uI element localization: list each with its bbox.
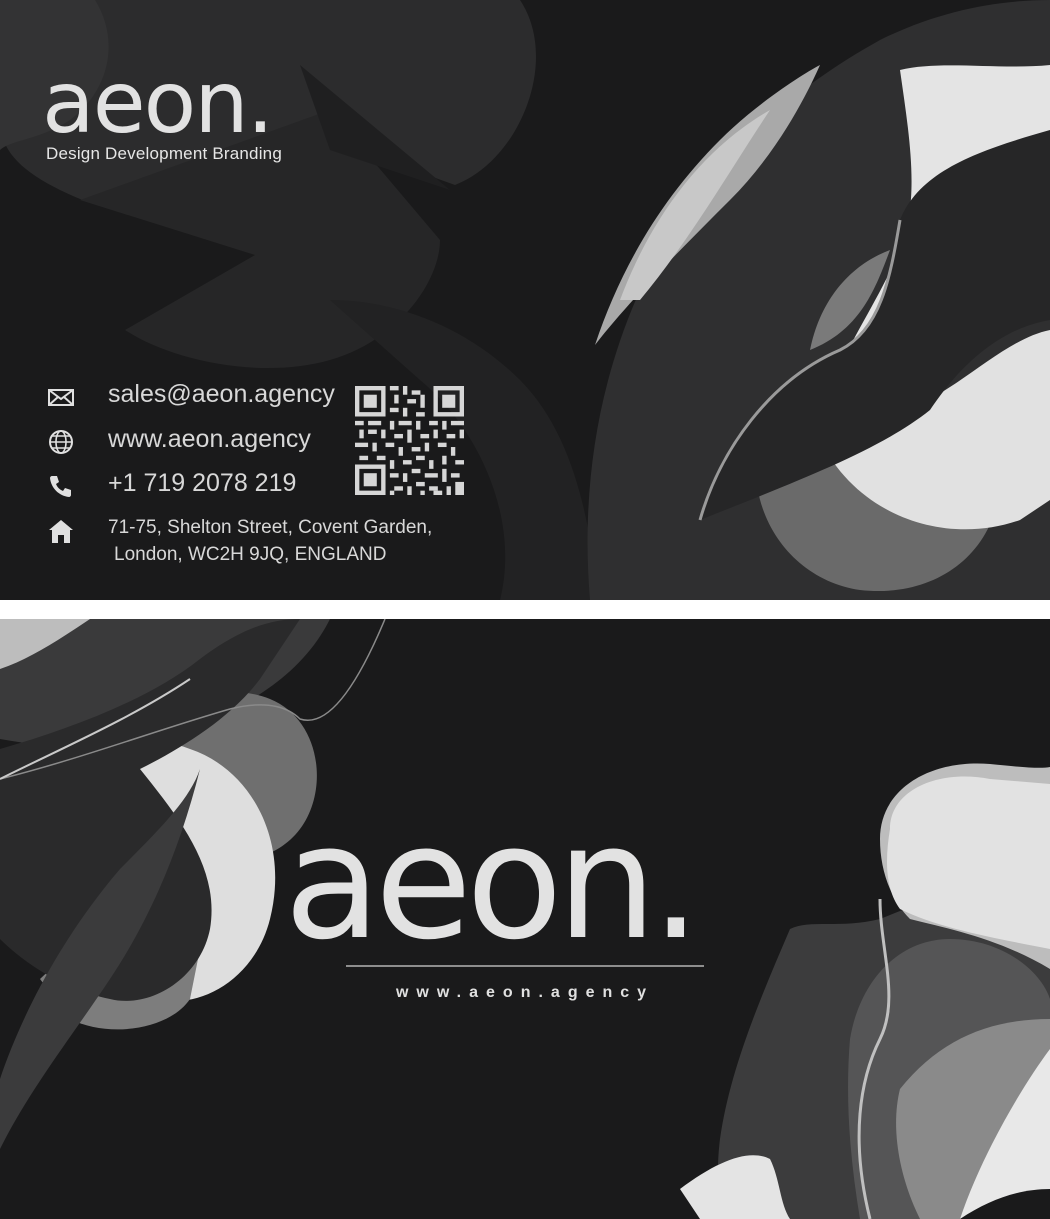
- contact-website[interactable]: www.aeon.agency: [108, 425, 311, 454]
- address-line-2: London, WC2H 9JQ, ENGLAND: [114, 544, 387, 565]
- home-icon: [46, 516, 76, 546]
- company-logo: aeon.: [42, 53, 274, 153]
- business-card-back: aeon. www.aeon.agency: [0, 619, 1050, 1219]
- company-logo-large: aeon.: [284, 791, 701, 975]
- contact-email[interactable]: sales@aeon.agency: [108, 380, 335, 409]
- contact-address: 71-75, Shelton Street, Covent Garden, Lo…: [108, 514, 432, 568]
- globe-icon: [46, 427, 76, 457]
- business-card-front: aeon. Design Development Branding sales@…: [0, 0, 1050, 600]
- address-line-1: 71-75, Shelton Street, Covent Garden,: [108, 517, 433, 538]
- qr-code-icon[interactable]: [355, 386, 464, 495]
- contact-phone[interactable]: +1 719 2078 219: [108, 469, 296, 498]
- website-url[interactable]: www.aeon.agency: [346, 984, 704, 1002]
- company-tagline: Design Development Branding: [46, 144, 282, 163]
- envelope-icon: [46, 382, 76, 412]
- phone-icon: [46, 471, 76, 501]
- divider-line: [346, 965, 704, 967]
